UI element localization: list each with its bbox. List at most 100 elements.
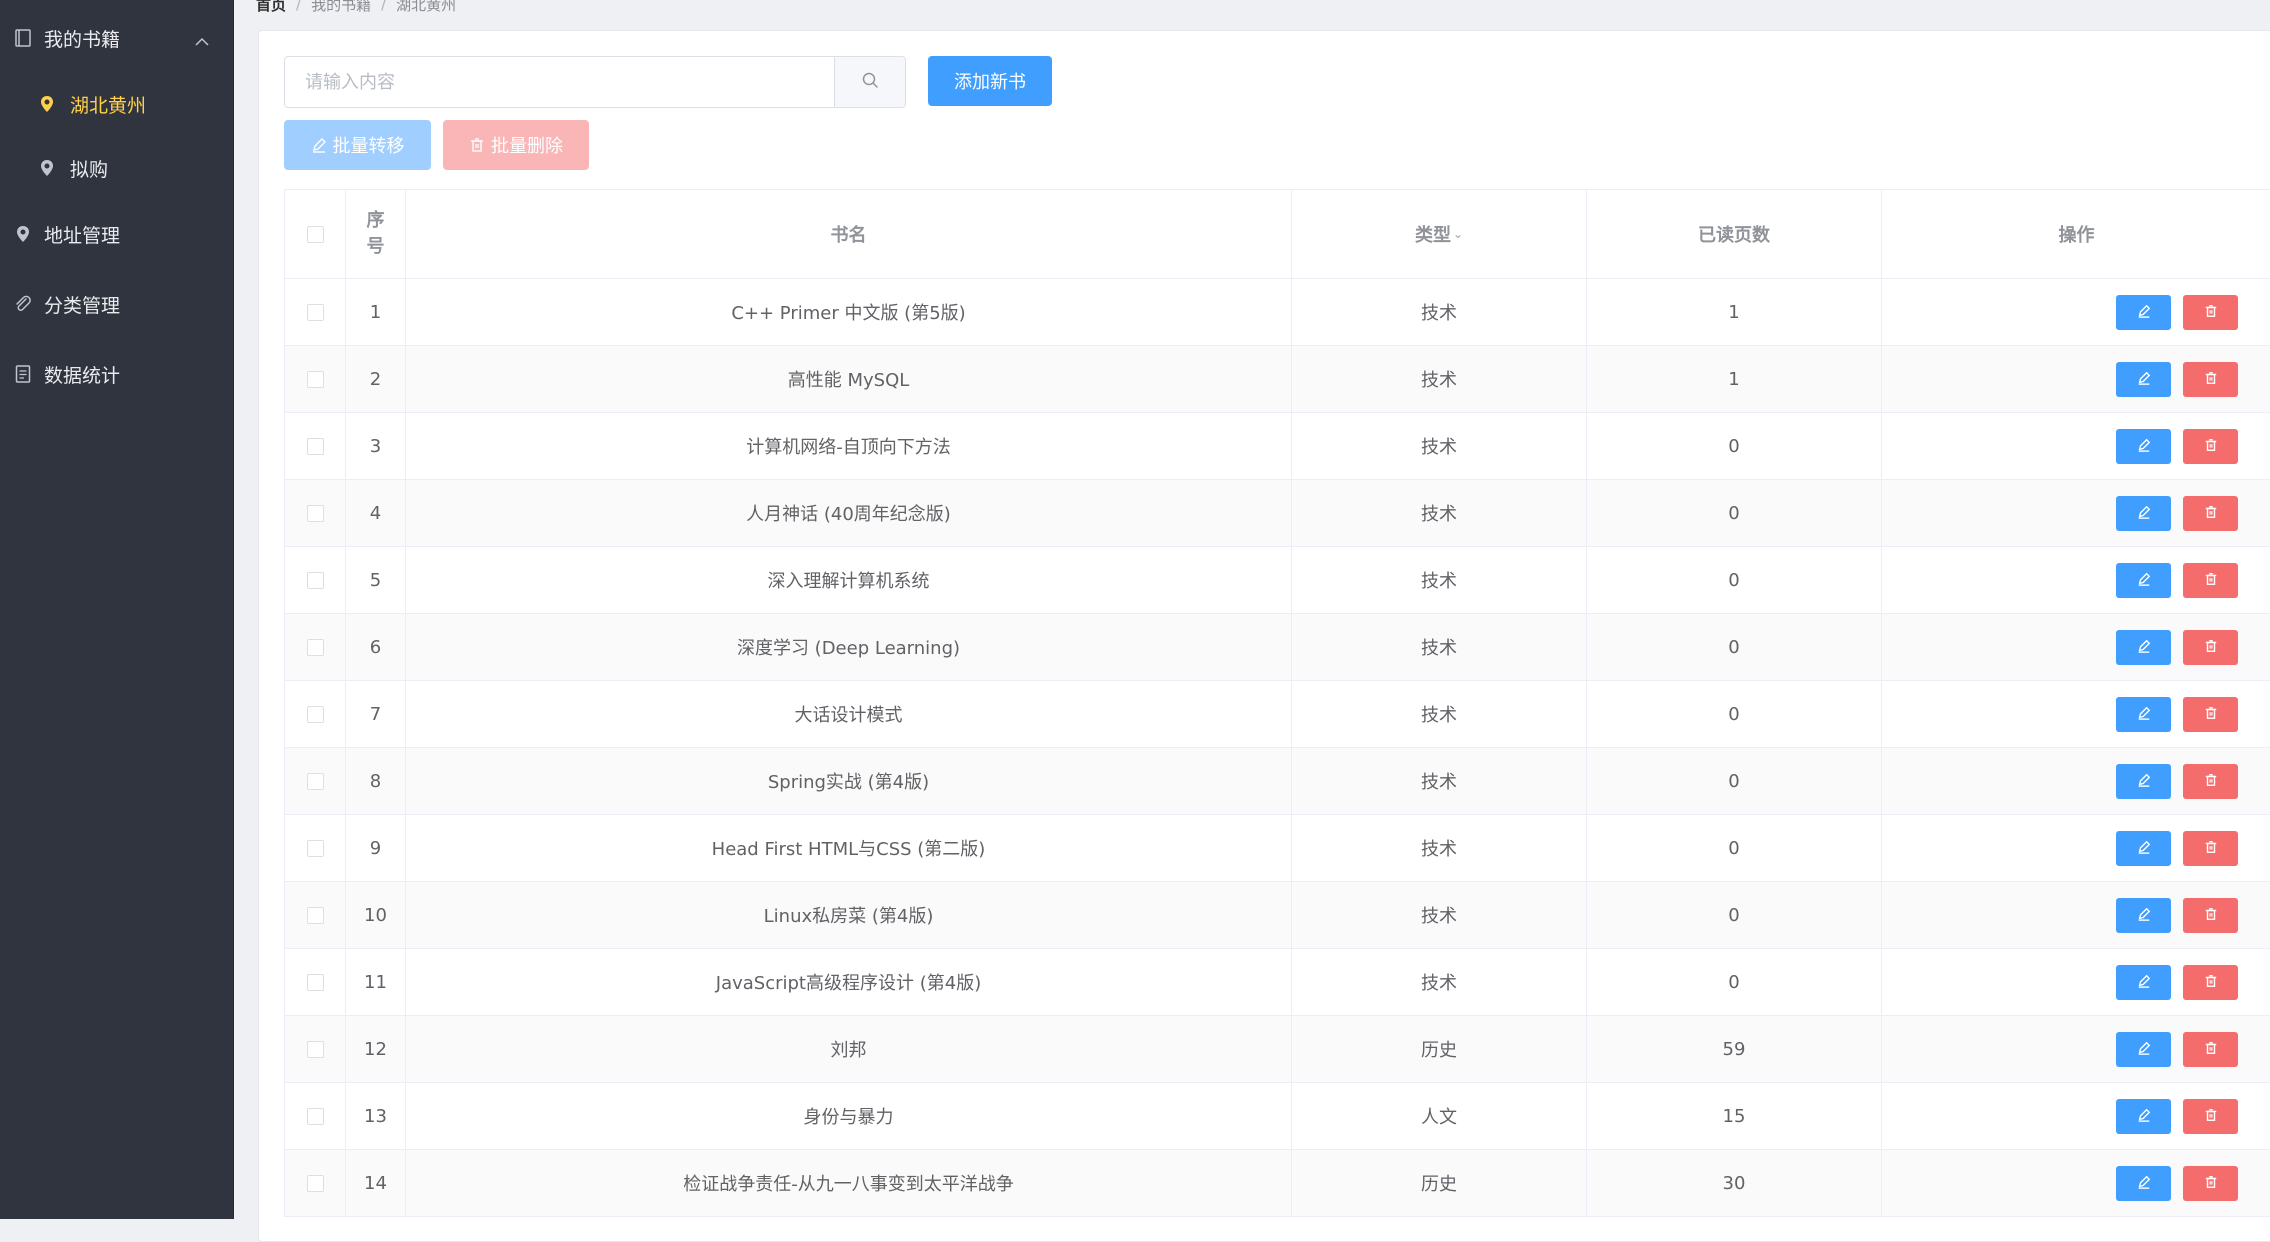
edit-icon bbox=[2137, 838, 2151, 859]
delete-button[interactable] bbox=[2183, 562, 2238, 598]
select-all-checkbox[interactable] bbox=[306, 225, 324, 243]
delete-button[interactable] bbox=[2183, 495, 2238, 531]
row-read-pages: 1 bbox=[1587, 346, 1882, 412]
row-select-cell bbox=[285, 1150, 346, 1216]
edit-button[interactable] bbox=[2116, 1098, 2171, 1134]
row-checkbox[interactable] bbox=[306, 370, 324, 388]
trash-icon bbox=[2204, 972, 2218, 993]
row-checkbox[interactable] bbox=[306, 1107, 324, 1125]
edit-button[interactable] bbox=[2116, 428, 2171, 464]
row-checkbox[interactable] bbox=[306, 839, 324, 857]
row-type: 技术 bbox=[1292, 681, 1587, 747]
edit-button[interactable] bbox=[2116, 495, 2171, 531]
row-checkbox[interactable] bbox=[306, 705, 324, 723]
edit-button[interactable] bbox=[2116, 361, 2171, 397]
trash-icon bbox=[2204, 905, 2218, 926]
delete-button[interactable] bbox=[2183, 1165, 2238, 1201]
add-book-button[interactable]: 添加新书 bbox=[928, 56, 1052, 106]
breadcrumb-my-books[interactable]: 我的书籍 bbox=[311, 0, 371, 15]
row-index: 6 bbox=[346, 614, 406, 680]
edit-button[interactable] bbox=[2116, 897, 2171, 933]
row-operations bbox=[1882, 1150, 2270, 1216]
row-operations bbox=[1882, 815, 2270, 881]
row-checkbox[interactable] bbox=[306, 1174, 324, 1192]
search-button[interactable] bbox=[834, 57, 905, 107]
menu-category-management[interactable]: 分类管理 bbox=[0, 274, 233, 334]
menu-to-buy[interactable]: 拟购 bbox=[0, 138, 233, 198]
document-icon bbox=[14, 365, 32, 383]
delete-button[interactable] bbox=[2183, 428, 2238, 464]
menu-data-statistics[interactable]: 数据统计 bbox=[0, 344, 233, 404]
edit-button[interactable] bbox=[2116, 830, 2171, 866]
row-select-cell bbox=[285, 547, 346, 613]
row-read-pages: 0 bbox=[1587, 614, 1882, 680]
delete-button[interactable] bbox=[2183, 294, 2238, 330]
menu-address-management[interactable]: 地址管理 bbox=[0, 204, 233, 264]
row-operations bbox=[1882, 547, 2270, 613]
edit-button[interactable] bbox=[2116, 1165, 2171, 1201]
table-row: 10 Linux私房菜 (第4版) 技术 0 bbox=[285, 882, 2270, 949]
menu-hubei-huangzhou[interactable]: 湖北黄州 bbox=[0, 74, 233, 134]
book-icon bbox=[14, 29, 32, 47]
row-read-pages: 0 bbox=[1587, 681, 1882, 747]
row-checkbox[interactable] bbox=[306, 906, 324, 924]
trash-icon bbox=[2204, 1173, 2218, 1194]
row-checkbox[interactable] bbox=[306, 973, 324, 991]
header-type[interactable]: 类型 ⌄ bbox=[1292, 190, 1587, 278]
delete-button[interactable] bbox=[2183, 629, 2238, 665]
edit-button[interactable] bbox=[2116, 696, 2171, 732]
table-header-row: 序 号 书名 类型 ⌄ 已读页数 操作 bbox=[285, 190, 2270, 279]
delete-button[interactable] bbox=[2183, 897, 2238, 933]
table-row: 1 C++ Primer 中文版 (第5版) 技术 1 bbox=[285, 279, 2270, 346]
table-row: 9 Head First HTML与CSS (第二版) 技术 0 bbox=[285, 815, 2270, 882]
row-select-cell bbox=[285, 748, 346, 814]
row-book-name: 刘邦 bbox=[406, 1016, 1292, 1082]
header-name: 书名 bbox=[406, 190, 1292, 278]
delete-button[interactable] bbox=[2183, 830, 2238, 866]
edit-icon bbox=[2137, 637, 2151, 658]
edit-button[interactable] bbox=[2116, 1031, 2171, 1067]
row-checkbox[interactable] bbox=[306, 772, 324, 790]
row-index: 4 bbox=[346, 480, 406, 546]
row-checkbox[interactable] bbox=[306, 504, 324, 522]
delete-button[interactable] bbox=[2183, 1031, 2238, 1067]
row-checkbox[interactable] bbox=[306, 303, 324, 321]
row-type: 技术 bbox=[1292, 949, 1587, 1015]
filter-caret-icon[interactable]: ⌄ bbox=[1453, 227, 1463, 241]
delete-button[interactable] bbox=[2183, 763, 2238, 799]
row-checkbox[interactable] bbox=[306, 638, 324, 656]
row-checkbox[interactable] bbox=[306, 1040, 324, 1058]
trash-icon bbox=[2204, 771, 2218, 792]
delete-button[interactable] bbox=[2183, 361, 2238, 397]
header-index-1: 序 bbox=[366, 210, 385, 231]
batch-delete-button[interactable]: 批量删除 bbox=[443, 120, 589, 170]
row-operations bbox=[1882, 480, 2270, 546]
breadcrumb-home[interactable]: 首页 bbox=[256, 0, 286, 15]
table-row: 13 身份与暴力 人文 15 bbox=[285, 1083, 2270, 1150]
edit-button[interactable] bbox=[2116, 763, 2171, 799]
delete-button[interactable] bbox=[2183, 964, 2238, 1000]
row-checkbox[interactable] bbox=[306, 571, 324, 589]
location-icon bbox=[38, 95, 56, 113]
menu-my-books[interactable]: 我的书籍 bbox=[0, 8, 233, 68]
row-read-pages: 1 bbox=[1587, 279, 1882, 345]
row-index: 10 bbox=[346, 882, 406, 948]
edit-button[interactable] bbox=[2116, 629, 2171, 665]
search-input[interactable] bbox=[285, 57, 834, 107]
row-checkbox[interactable] bbox=[306, 437, 324, 455]
edit-icon bbox=[2137, 436, 2151, 457]
edit-button[interactable] bbox=[2116, 294, 2171, 330]
delete-button[interactable] bbox=[2183, 1098, 2238, 1134]
row-book-name: 大话设计模式 bbox=[406, 681, 1292, 747]
edit-button[interactable] bbox=[2116, 562, 2171, 598]
row-select-cell bbox=[285, 815, 346, 881]
search-box bbox=[284, 56, 906, 108]
trash-icon bbox=[2204, 369, 2218, 390]
row-book-name: Head First HTML与CSS (第二版) bbox=[406, 815, 1292, 881]
delete-button[interactable] bbox=[2183, 696, 2238, 732]
batch-move-button[interactable]: 批量转移 bbox=[284, 120, 431, 170]
header-operations: 操作 bbox=[2058, 225, 2095, 246]
row-book-name: Spring实战 (第4版) bbox=[406, 748, 1292, 814]
edit-button[interactable] bbox=[2116, 964, 2171, 1000]
row-select-cell bbox=[285, 480, 346, 546]
